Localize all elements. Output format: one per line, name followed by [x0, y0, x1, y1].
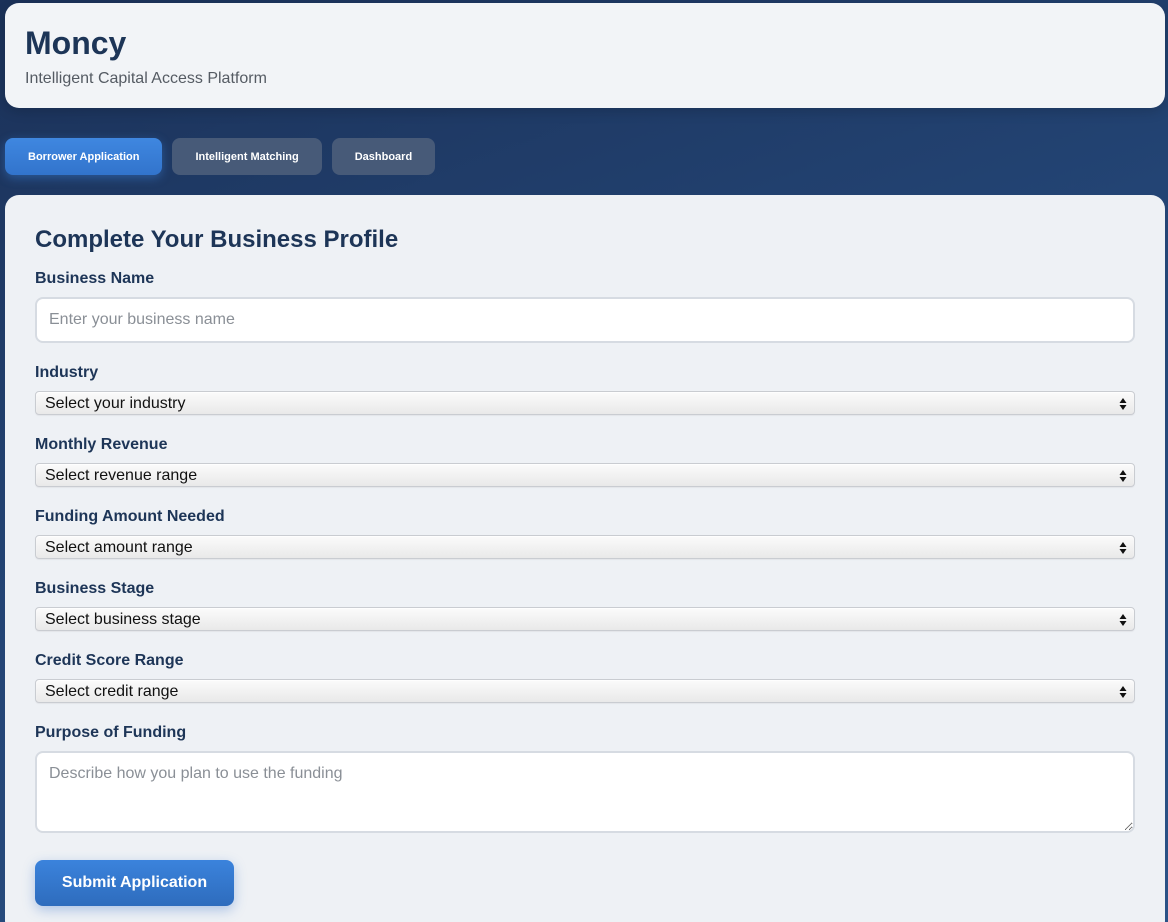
tab-dashboard[interactable]: Dashboard	[331, 138, 436, 175]
purpose-group: Purpose of Funding	[35, 723, 1135, 838]
monthly-revenue-select[interactable]: Select revenue range	[35, 463, 1135, 487]
business-name-input[interactable]	[35, 297, 1135, 343]
tab-bar: Borrower Application Intelligent Matchin…	[5, 138, 436, 175]
business-stage-label: Business Stage	[35, 580, 155, 597]
funding-amount-label: Funding Amount Needed	[35, 508, 225, 525]
funding-amount-group: Funding Amount Needed Select amount rang…	[35, 507, 1135, 559]
business-name-group: Business Name	[35, 269, 1135, 343]
credit-score-group: Credit Score Range Select credit range	[35, 651, 1135, 703]
up-down-chevron-icon	[1119, 542, 1127, 554]
up-down-chevron-icon	[1119, 686, 1127, 698]
monthly-revenue-label: Monthly Revenue	[35, 436, 168, 453]
industry-label: Industry	[35, 364, 99, 381]
monthly-revenue-select-value: Select revenue range	[45, 467, 198, 484]
app-subtitle: Intelligent Capital Access Platform	[25, 70, 267, 87]
submit-application-button[interactable]: Submit Application	[35, 860, 234, 906]
funding-amount-select-value: Select amount range	[45, 539, 193, 556]
business-stage-group: Business Stage Select business stage	[35, 579, 1135, 631]
up-down-chevron-icon	[1119, 614, 1127, 626]
funding-amount-select[interactable]: Select amount range	[35, 535, 1135, 559]
business-name-label: Business Name	[35, 270, 155, 287]
purpose-label: Purpose of Funding	[35, 724, 187, 741]
credit-score-label: Credit Score Range	[35, 652, 184, 669]
up-down-chevron-icon	[1119, 470, 1127, 482]
credit-score-select[interactable]: Select credit range	[35, 679, 1135, 703]
industry-group: Industry Select your industry	[35, 363, 1135, 415]
up-down-chevron-icon	[1119, 398, 1127, 410]
purpose-textarea[interactable]	[35, 751, 1135, 833]
application-form-panel: Complete Your Business Profile Business …	[5, 195, 1165, 922]
tab-borrower-application[interactable]: Borrower Application	[5, 138, 163, 175]
monthly-revenue-group: Monthly Revenue Select revenue range	[35, 435, 1135, 487]
form-heading: Complete Your Business Profile	[35, 226, 399, 253]
industry-select-value: Select your industry	[45, 395, 186, 412]
credit-score-select-value: Select credit range	[45, 683, 179, 700]
business-stage-select-value: Select business stage	[45, 611, 201, 628]
app-header: Moncy Intelligent Capital Access Platfor…	[5, 3, 1165, 108]
industry-select[interactable]: Select your industry	[35, 391, 1135, 415]
tab-intelligent-matching[interactable]: Intelligent Matching	[172, 138, 322, 175]
business-stage-select[interactable]: Select business stage	[35, 607, 1135, 631]
app-title: Moncy	[25, 25, 127, 61]
